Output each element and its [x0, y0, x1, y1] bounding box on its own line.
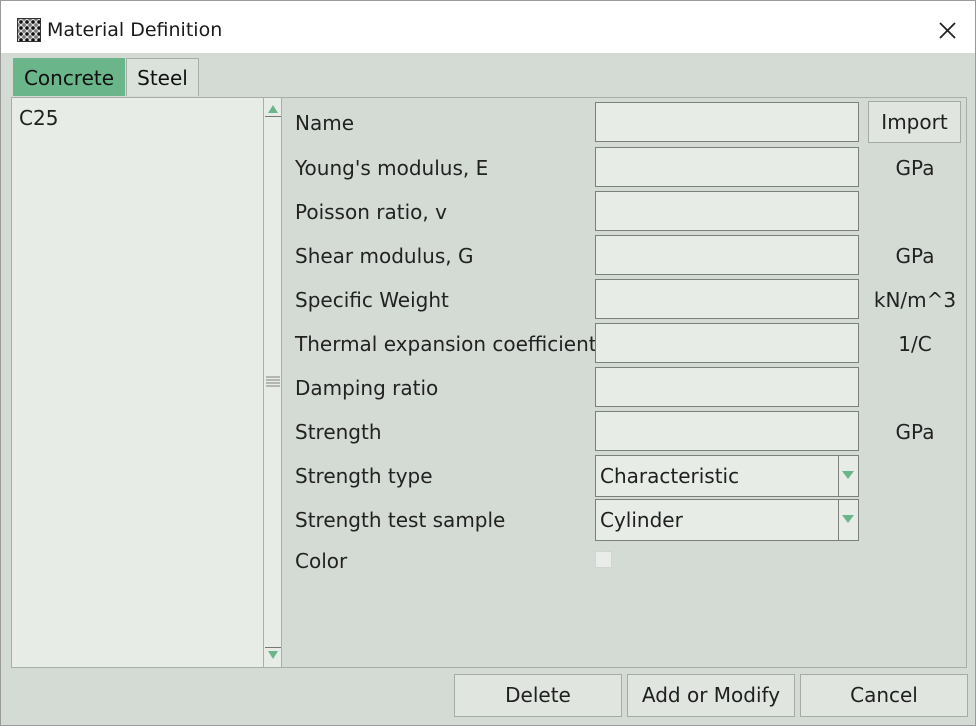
strength-label: Strength [295, 420, 382, 444]
thermal-expansion-unit: 1/C [898, 332, 932, 356]
shear-modulus-label: Shear modulus, G [295, 244, 474, 268]
strength-unit: GPa [895, 420, 935, 444]
tab-concrete[interactable]: Concrete [13, 58, 125, 96]
tab-steel[interactable]: Steel [126, 58, 199, 96]
material-list[interactable]: C25 [12, 98, 263, 667]
material-texture-icon [17, 18, 41, 42]
thermal-expansion-field[interactable] [595, 323, 859, 363]
strength-field[interactable] [595, 411, 859, 451]
youngs-modulus-field[interactable] [595, 147, 859, 187]
delete-button[interactable]: Delete [454, 674, 622, 717]
strength-type-dropdown-button[interactable] [838, 456, 858, 496]
triangle-down-icon[interactable] [265, 647, 281, 663]
name-label: Name [295, 111, 355, 135]
color-label: Color [295, 549, 348, 573]
material-definition-dialog: Material Definition Concrete Steel C25 N… [0, 0, 976, 726]
shear-modulus-field[interactable] [595, 235, 859, 275]
strength-test-sample-label: Strength test sample [295, 508, 506, 532]
triangle-down-icon [842, 471, 854, 479]
damping-ratio-field[interactable] [595, 367, 859, 407]
close-icon [939, 22, 956, 39]
triangle-up-icon[interactable] [265, 101, 281, 117]
specific-weight-unit: kN/m^3 [873, 288, 957, 312]
list-item[interactable]: C25 [19, 106, 58, 130]
poisson-ratio-field[interactable] [595, 191, 859, 231]
specific-weight-label: Specific Weight [295, 288, 449, 312]
close-button[interactable] [927, 13, 967, 47]
grip-lines-icon[interactable] [265, 374, 281, 388]
damping-ratio-label: Damping ratio [295, 376, 439, 400]
window-title: Material Definition [47, 19, 223, 41]
specific-weight-field[interactable] [595, 279, 859, 319]
cancel-button[interactable]: Cancel [800, 674, 968, 717]
import-button[interactable]: Import [868, 101, 961, 143]
youngs-modulus-unit: GPa [895, 156, 935, 180]
list-scrollbar[interactable] [263, 98, 282, 667]
name-field[interactable] [595, 102, 859, 142]
shear-modulus-unit: GPa [895, 244, 935, 268]
strength-type-label: Strength type [295, 464, 433, 488]
title-bar: Material Definition [1, 1, 975, 53]
triangle-down-icon [842, 515, 854, 523]
color-picker[interactable] [595, 551, 612, 568]
add-or-modify-button[interactable]: Add or Modify [627, 674, 795, 717]
thermal-expansion-label: Thermal expansion coefficient [295, 332, 597, 356]
strength-test-sample-value: Cylinder [600, 508, 683, 532]
poisson-ratio-label: Poisson ratio, v [295, 200, 447, 224]
youngs-modulus-label: Young's modulus, E [295, 156, 489, 180]
strength-type-value: Characteristic [600, 464, 740, 488]
strength-test-sample-select[interactable]: Cylinder [595, 499, 859, 541]
strength-test-sample-dropdown-button[interactable] [838, 500, 858, 540]
strength-type-select[interactable]: Characteristic [595, 455, 859, 497]
